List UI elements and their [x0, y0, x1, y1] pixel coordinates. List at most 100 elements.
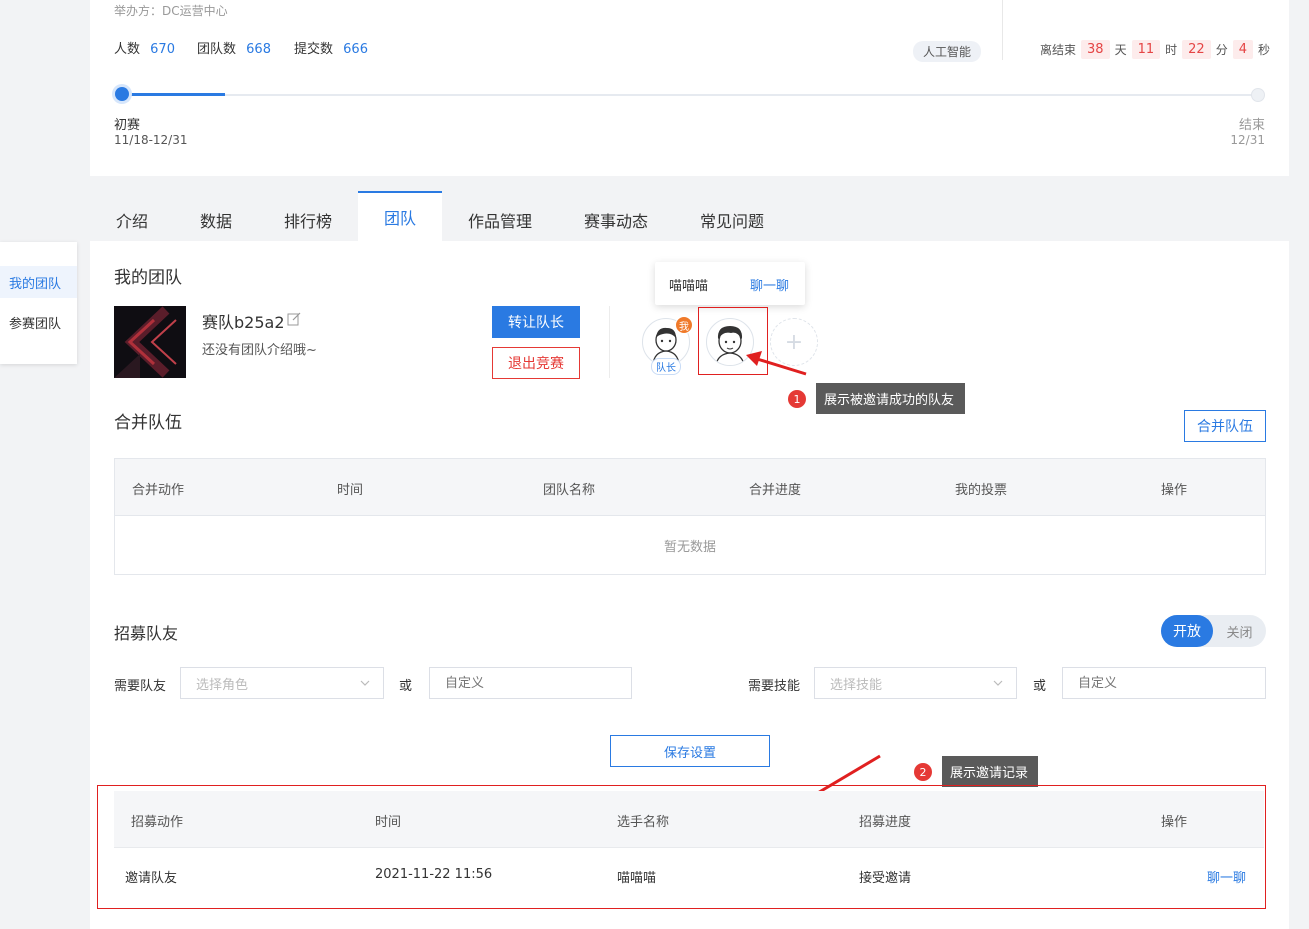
team-logo: [114, 306, 186, 378]
annotation-number-2: 2: [914, 763, 932, 781]
stat-teams: 团队数 668: [197, 38, 271, 57]
skill-select-placeholder: 选择技能: [830, 677, 883, 693]
annotation-tooltip-1: 展示被邀请成功的队友: [816, 383, 965, 414]
row-chat-link[interactable]: 聊一聊: [1207, 867, 1246, 886]
captain-tag: 队长: [651, 358, 681, 375]
need-skill-label: 需要技能: [748, 679, 801, 694]
or-label-1: 或: [399, 679, 413, 694]
countdown: 离结束 38 天 11 时 22 分 4 秒: [1040, 40, 1270, 59]
timeline-end-dot: [1251, 88, 1265, 102]
role-select-placeholder: 选择角色: [196, 677, 249, 693]
skill-select[interactable]: 选择技能: [814, 667, 1017, 699]
timeline-track: [123, 94, 1260, 96]
organizer-text: 举办方：DC运营中心: [114, 4, 228, 18]
row-progress: 接受邀请: [859, 871, 912, 886]
countdown-seconds: 4: [1232, 40, 1253, 59]
merge-team-button[interactable]: 合并队伍: [1184, 410, 1266, 442]
chevron-down-icon: [992, 677, 1004, 693]
side-menu: 我的团队 参赛团队: [0, 242, 77, 364]
popover-name: 喵喵喵: [669, 279, 709, 294]
toggle-open-label: 开放: [1173, 624, 1201, 640]
team-divider: [609, 306, 610, 378]
merge-col-action: 合并动作: [132, 483, 185, 498]
tab-faq[interactable]: 常见问题: [700, 208, 764, 232]
transfer-captain-button[interactable]: 转让队长: [492, 306, 580, 338]
recruit-title: 招募队友: [114, 624, 179, 643]
header-divider: [1002, 0, 1003, 60]
annotation-tooltip-2: 展示邀请记录: [942, 756, 1038, 787]
stage-start-label: 初赛: [114, 118, 141, 133]
recruit-toggle[interactable]: 开放 关闭: [1161, 615, 1266, 647]
merge-col-my-vote: 我的投票: [955, 483, 1008, 498]
toggle-open[interactable]: 开放: [1161, 615, 1213, 647]
stat-value: 670: [150, 42, 175, 57]
countdown-seconds-unit: 秒: [1257, 43, 1270, 57]
tab-intro[interactable]: 介绍: [116, 208, 148, 232]
tab-works[interactable]: 作品管理: [468, 208, 532, 232]
recruit-col-operation: 操作: [1161, 815, 1188, 830]
team-description: 还没有团队介绍哦~: [202, 343, 317, 358]
stat-value: 666: [343, 42, 368, 57]
countdown-days-unit: 天: [1114, 43, 1127, 57]
row-time: 2021-11-22 11:56: [375, 867, 493, 882]
tab-leaderboard[interactable]: 排行榜: [284, 208, 332, 232]
role-select[interactable]: 选择角色: [180, 667, 384, 699]
row-player: 喵喵喵: [617, 871, 657, 886]
category-tag: 人工智能: [913, 41, 982, 62]
annotation-number-1: 1: [788, 390, 806, 408]
side-menu-teams[interactable]: 参赛团队: [0, 306, 77, 338]
side-menu-my-team[interactable]: 我的团队: [0, 266, 77, 298]
tab-team-label: 团队: [383, 209, 416, 228]
contest-header-card: 举办方：DC运营中心 人数 670 团队数 668 提交数 666 人工智能 离…: [90, 0, 1289, 176]
custom-skill-input[interactable]: [1062, 667, 1266, 699]
table-row: 邀请队友 2021-11-22 11:56 喵喵喵 接受邀请 聊一聊: [114, 847, 1264, 903]
side-menu-label: 参赛团队: [9, 316, 62, 332]
or-label-2: 或: [1033, 679, 1047, 694]
recruit-table-header: 招募动作 时间 选手名称 招募进度 操作: [114, 791, 1264, 848]
timeline-progress: [123, 93, 226, 96]
need-teammate-label: 需要队友: [114, 679, 167, 694]
stage-start-date: 11/18-12/31: [114, 133, 188, 147]
merge-table: 合并动作 时间 团队名称 合并进度 我的投票 操作 暂无数据: [114, 458, 1266, 575]
merge-title: 合并队伍: [114, 413, 182, 433]
team-name: 赛队b25a2: [202, 313, 285, 332]
countdown-prefix: 离结束: [1040, 43, 1077, 57]
merge-col-team-name: 团队名称: [543, 483, 596, 498]
stat-label: 人数: [114, 42, 141, 57]
stat-label: 团队数: [197, 42, 237, 57]
custom-role-input[interactable]: [429, 667, 632, 699]
countdown-hours-unit: 时: [1165, 43, 1178, 57]
recruit-col-time: 时间: [375, 815, 402, 830]
recruit-table: 招募动作 时间 选手名称 招募进度 操作 邀请队友 2021-11-22 11:…: [114, 791, 1264, 903]
stat-people: 人数 670: [114, 38, 175, 57]
stat-label: 提交数: [294, 42, 334, 57]
me-badge: 我: [675, 316, 693, 334]
stage-end-label: 结束: [1238, 118, 1265, 133]
countdown-hours: 11: [1131, 40, 1161, 59]
recruit-col-action: 招募动作: [131, 815, 184, 830]
countdown-minutes: 22: [1182, 40, 1211, 59]
chevron-down-icon: [359, 677, 371, 693]
my-team-title: 我的团队: [114, 268, 182, 288]
toggle-close-label: 关闭: [1226, 625, 1253, 641]
recruit-col-player: 选手名称: [617, 815, 670, 830]
tab-news[interactable]: 赛事动态: [584, 208, 648, 232]
stat-submissions: 提交数 666: [294, 38, 368, 57]
tab-team[interactable]: 团队: [358, 191, 442, 241]
merge-col-operation: 操作: [1161, 483, 1188, 498]
row-action: 邀请队友: [125, 871, 178, 886]
countdown-minutes-unit: 分: [1215, 43, 1228, 57]
countdown-days: 38: [1081, 40, 1110, 59]
recruit-col-progress: 招募进度: [859, 815, 912, 830]
member-popover: 喵喵喵 聊一聊: [655, 262, 805, 305]
stage-end-date: 12/31: [1230, 133, 1265, 147]
edit-icon[interactable]: [287, 311, 301, 326]
toggle-close[interactable]: 关闭: [1213, 615, 1266, 647]
popover-chat-link[interactable]: 聊一聊: [750, 275, 789, 294]
merge-table-header: 合并动作 时间 团队名称 合并进度 我的投票 操作: [115, 459, 1265, 516]
merge-empty-text: 暂无数据: [663, 540, 716, 555]
stat-value: 668: [246, 42, 271, 57]
tab-data[interactable]: 数据: [200, 208, 232, 232]
me-badge-text: 我: [679, 321, 689, 333]
quit-contest-button[interactable]: 退出竞赛: [492, 347, 580, 379]
